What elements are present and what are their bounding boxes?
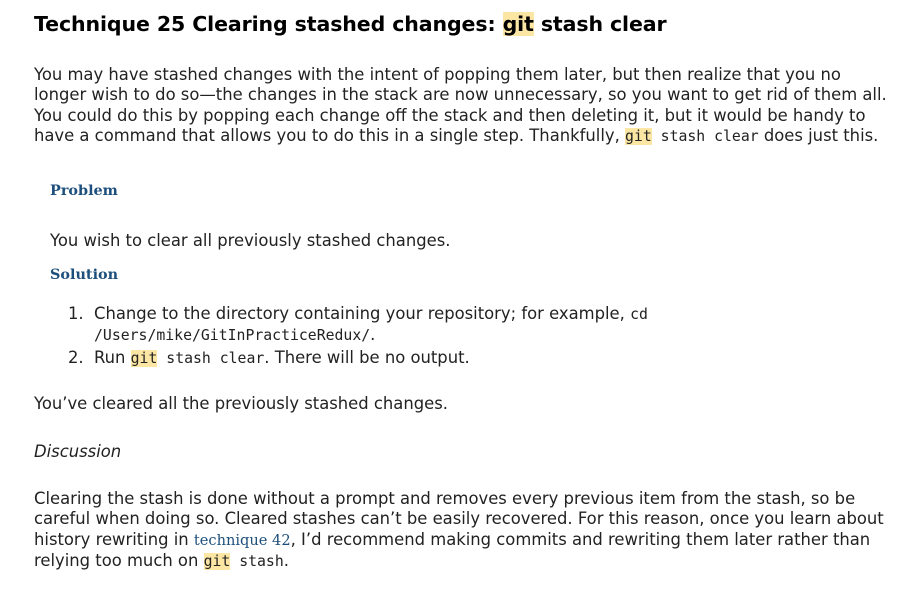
- problem-heading: Problem: [50, 182, 118, 199]
- discussion-code-highlight: git: [203, 552, 231, 570]
- title-prefix: Technique 25 Clearing stashed changes:: [34, 12, 503, 36]
- step-item: 1. Change to the directory containing yo…: [68, 304, 902, 347]
- solution-steps: 1. Change to the directory containing yo…: [68, 304, 902, 370]
- step-tail: . There will be no output.: [264, 347, 470, 367]
- step-number: 1.: [68, 304, 84, 323]
- intro-code-rest: stash clear: [651, 127, 759, 145]
- discussion-heading: Discussion: [34, 442, 122, 461]
- step-tail: .: [370, 325, 376, 345]
- title-suffix: stash clear: [533, 12, 667, 36]
- step-text: Change to the directory containing your …: [94, 304, 631, 323]
- solution-heading: Solution: [50, 266, 119, 283]
- step-code-rest: stash clear: [157, 349, 265, 367]
- result-text: You’ve cleared all the previously stashe…: [34, 394, 448, 413]
- discussion-tail: .: [283, 550, 289, 570]
- intro-code-highlight: git: [625, 127, 652, 145]
- step-code-highlight: git: [130, 349, 158, 367]
- intro-paragraph: You may have stashed changes with the in…: [34, 65, 894, 147]
- title-code-highlight: git: [502, 12, 534, 36]
- intro-tail: does just this.: [758, 125, 879, 145]
- step-item: 2. Run git stash clear. There will be no…: [68, 348, 902, 369]
- step-text: Run: [94, 347, 131, 367]
- technique-42-link[interactable]: technique 42: [194, 532, 291, 549]
- step-number: 2.: [68, 347, 84, 367]
- technique-title: Technique 25 Clearing stashed changes: g…: [34, 12, 667, 36]
- problem-text: You wish to clear all previously stashed…: [50, 231, 451, 250]
- discussion-paragraph: Clearing the stash is done without a pro…: [34, 489, 899, 572]
- discussion-code-rest: stash: [230, 552, 284, 570]
